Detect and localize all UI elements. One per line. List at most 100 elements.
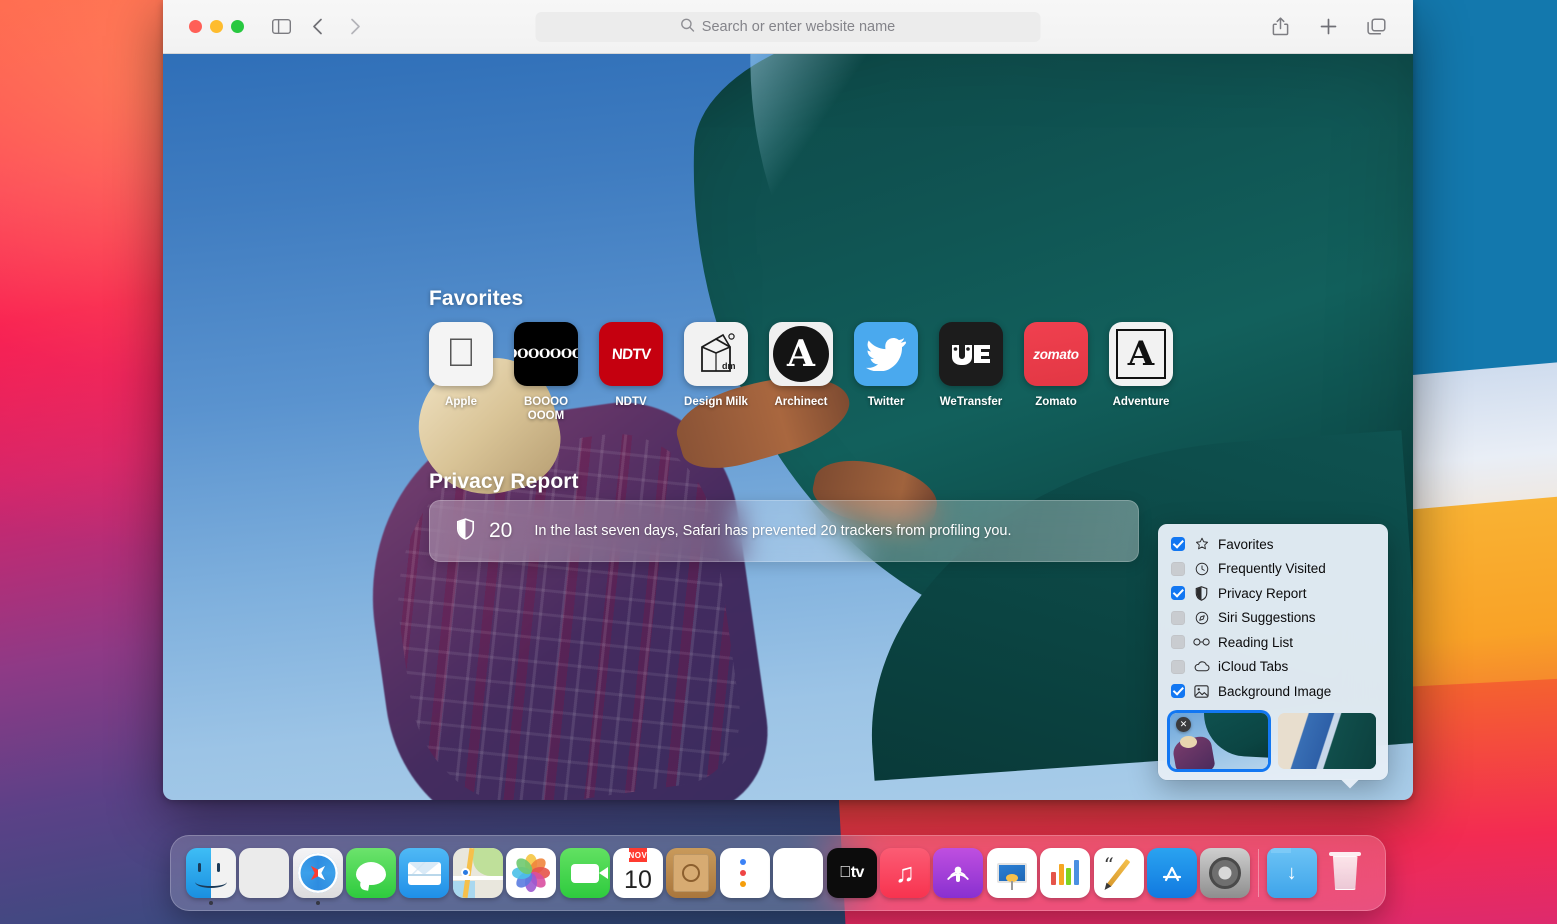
dock-item-trash[interactable] <box>1319 835 1372 911</box>
twitter-bird-icon <box>854 322 918 386</box>
favorites-heading: Favorites <box>429 287 524 310</box>
favorite-archinect[interactable]: A Archinect <box>769 322 833 424</box>
reminders-icon <box>719 848 770 898</box>
favorite-booooooom[interactable]: BOO OOO OOM BOOOO OOOM <box>514 322 578 424</box>
adventure-logo-icon: A <box>1109 322 1173 386</box>
dock-item-calendar[interactable]: NOV 10 <box>611 835 664 911</box>
keynote-icon <box>986 848 1037 898</box>
search-input[interactable]: Search or enter website name <box>535 11 1041 42</box>
favorite-ndtv[interactable]: NDTV NDTV <box>599 322 663 424</box>
apple-tv-icon: tv <box>826 848 877 898</box>
option-label: Background Image <box>1218 683 1332 699</box>
option-row-frequently-visited[interactable]: Frequently Visited <box>1158 557 1388 582</box>
minimize-button[interactable] <box>210 20 223 33</box>
tab-overview-icon[interactable] <box>1361 13 1391 41</box>
calendar-icon: NOV 10 <box>612 848 663 898</box>
option-row-reading-list[interactable]: Reading List <box>1158 630 1388 655</box>
dock-item-contacts[interactable] <box>665 835 718 911</box>
checkbox-favorites[interactable] <box>1171 537 1185 552</box>
forward-icon[interactable] <box>340 13 370 41</box>
sidebar-toggle-icon[interactable] <box>266 13 296 41</box>
tv-wordmark: tv <box>844 864 865 881</box>
mail-icon <box>399 848 450 898</box>
safari-window: Search or enter website name Favorites A… <box>163 0 1413 800</box>
favorites-grid:  Apple BOO OOO OOM BOOOO OOOM NDTV <box>429 322 1173 424</box>
favorite-design-milk[interactable]: dm Design Milk <box>684 322 748 424</box>
tracker-count: 20 <box>489 519 513 542</box>
favorite-label: WeTransfer <box>939 396 1003 408</box>
safari-icon <box>292 848 343 898</box>
background-thumbnail-2[interactable] <box>1278 712 1376 769</box>
shield-icon <box>456 517 475 545</box>
favorite-adventure[interactable]: A Adventure <box>1109 322 1173 424</box>
calendar-day: 10 <box>624 865 652 894</box>
photo-icon <box>1193 685 1210 698</box>
zoom-button[interactable] <box>231 20 244 33</box>
favorite-wetransfer[interactable]: WeTransfer <box>939 322 1003 424</box>
dock-item-music[interactable]: ♫ <box>878 835 931 911</box>
new-tab-icon[interactable] <box>1313 13 1343 41</box>
dock-item-facetime[interactable] <box>558 835 611 911</box>
dock-item-launchpad[interactable] <box>237 835 290 911</box>
finder-icon <box>185 848 236 898</box>
dock-item-maps[interactable] <box>451 835 504 911</box>
privacy-report-message: In the last seven days, Safari has preve… <box>534 523 1012 539</box>
dock-item-app-store[interactable] <box>1145 835 1198 911</box>
window-controls <box>189 20 244 33</box>
pages-icon: “ <box>1093 848 1144 898</box>
option-label: Privacy Report <box>1218 585 1307 601</box>
back-icon[interactable] <box>302 13 332 41</box>
svg-text:dm: dm <box>722 361 736 371</box>
favorite-label: BOOOO OOOM <box>523 396 569 423</box>
checkbox-background-image[interactable] <box>1171 684 1185 699</box>
share-icon[interactable] <box>1265 13 1295 41</box>
ndtv-logo-icon: NDTV <box>599 322 663 386</box>
favorite-zomato[interactable]: zomato Zomato <box>1024 322 1088 424</box>
dock-item-mail[interactable] <box>398 835 451 911</box>
checkbox-frequently-visited[interactable] <box>1171 561 1185 576</box>
dock-item-tv[interactable]: tv <box>825 835 878 911</box>
background-thumbnail-1[interactable]: ✕ <box>1170 712 1268 769</box>
dock-item-safari[interactable] <box>291 835 344 911</box>
dock-item-messages[interactable] <box>344 835 397 911</box>
dock-item-system-preferences[interactable] <box>1199 835 1252 911</box>
checkbox-icloud-tabs[interactable] <box>1171 659 1185 674</box>
privacy-report-card[interactable]: 20 In the last seven days, Safari has pr… <box>429 500 1139 562</box>
zomato-wordmark: zomato <box>1033 346 1079 362</box>
facetime-icon <box>559 848 610 898</box>
shield-icon <box>1193 585 1210 601</box>
favorite-label: NDTV <box>615 396 647 408</box>
option-row-favorites[interactable]: Favorites <box>1158 532 1388 557</box>
option-label: Favorites <box>1218 536 1274 552</box>
dock-item-pages[interactable]: “ <box>1092 835 1145 911</box>
close-button[interactable] <box>189 20 202 33</box>
dock-item-finder[interactable] <box>184 835 237 911</box>
dock-item-numbers[interactable] <box>1039 835 1092 911</box>
checkbox-reading-list[interactable] <box>1171 635 1185 650</box>
booooooom-line-1: BOO <box>514 347 529 362</box>
option-row-siri-suggestions[interactable]: Siri Suggestions <box>1158 606 1388 631</box>
glasses-icon <box>1193 637 1210 647</box>
dock-item-photos[interactable] <box>504 835 557 911</box>
option-row-privacy-report[interactable]: Privacy Report <box>1158 581 1388 606</box>
app-store-icon <box>1147 848 1198 898</box>
dock-separator <box>1258 849 1260 897</box>
remove-background-icon[interactable]: ✕ <box>1176 716 1191 732</box>
search-placeholder: Search or enter website name <box>701 18 896 35</box>
dock-item-reminders[interactable] <box>718 835 771 911</box>
checkbox-privacy-report[interactable] <box>1171 586 1185 601</box>
apple-logo-icon:  <box>429 322 493 386</box>
checkbox-siri-suggestions[interactable] <box>1171 610 1185 625</box>
running-indicator <box>208 901 213 905</box>
option-row-icloud-tabs[interactable]: iCloud Tabs <box>1158 655 1388 680</box>
dock-item-keynote[interactable] <box>985 835 1038 911</box>
numbers-icon <box>1040 848 1091 898</box>
option-row-background-image[interactable]: Background Image <box>1158 679 1388 704</box>
favorite-label: Adventure <box>1112 396 1170 408</box>
dock-item-podcasts[interactable] <box>932 835 985 911</box>
favorite-twitter[interactable]: Twitter <box>854 322 918 424</box>
dock-item-downloads[interactable]: ↓ <box>1265 835 1318 911</box>
search-icon <box>681 18 695 36</box>
favorite-apple[interactable]:  Apple <box>429 322 493 424</box>
dock-item-notes[interactable] <box>771 835 824 911</box>
